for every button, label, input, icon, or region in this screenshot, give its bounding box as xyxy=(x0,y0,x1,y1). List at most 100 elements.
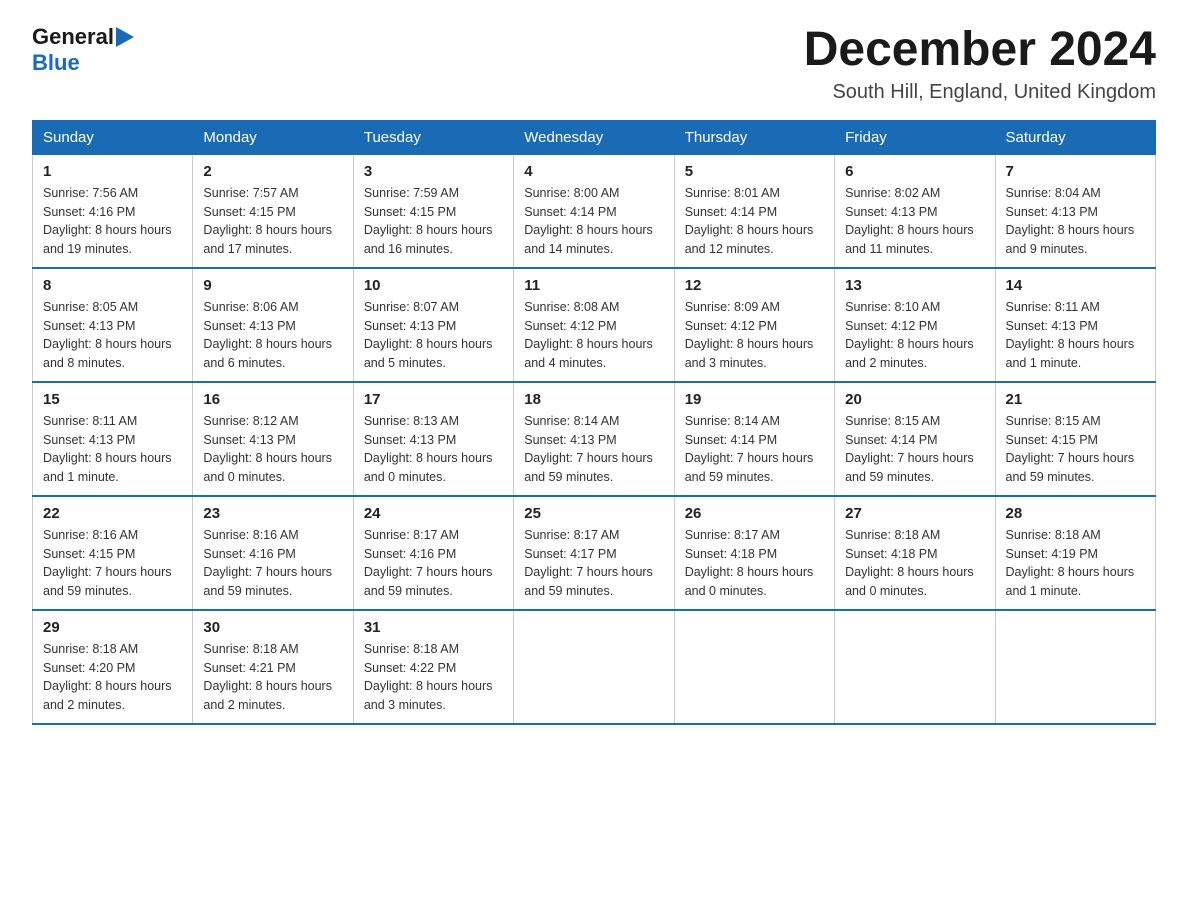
day-number: 23 xyxy=(203,505,342,522)
logo-arrow-icon xyxy=(116,26,134,48)
day-info: Sunrise: 8:00 AMSunset: 4:14 PMDaylight:… xyxy=(524,186,653,256)
day-info: Sunrise: 8:05 AMSunset: 4:13 PMDaylight:… xyxy=(43,300,172,370)
day-info: Sunrise: 8:09 AMSunset: 4:12 PMDaylight:… xyxy=(685,300,814,370)
calendar-cell: 2 Sunrise: 7:57 AMSunset: 4:15 PMDayligh… xyxy=(193,154,353,268)
calendar-cell: 16 Sunrise: 8:12 AMSunset: 4:13 PMDaylig… xyxy=(193,382,353,496)
day-number: 26 xyxy=(685,505,824,522)
calendar-cell: 1 Sunrise: 7:56 AMSunset: 4:16 PMDayligh… xyxy=(33,154,193,268)
day-number: 30 xyxy=(203,619,342,636)
calendar-cell: 26 Sunrise: 8:17 AMSunset: 4:18 PMDaylig… xyxy=(674,496,834,610)
calendar-cell xyxy=(514,610,674,724)
day-info: Sunrise: 8:12 AMSunset: 4:13 PMDaylight:… xyxy=(203,414,332,484)
calendar-cell: 23 Sunrise: 8:16 AMSunset: 4:16 PMDaylig… xyxy=(193,496,353,610)
day-info: Sunrise: 7:56 AMSunset: 4:16 PMDaylight:… xyxy=(43,186,172,256)
calendar-week-row: 8 Sunrise: 8:05 AMSunset: 4:13 PMDayligh… xyxy=(33,268,1156,382)
col-monday: Monday xyxy=(193,120,353,154)
calendar-week-row: 22 Sunrise: 8:16 AMSunset: 4:15 PMDaylig… xyxy=(33,496,1156,610)
day-info: Sunrise: 8:14 AMSunset: 4:14 PMDaylight:… xyxy=(685,414,814,484)
col-wednesday: Wednesday xyxy=(514,120,674,154)
calendar-cell: 19 Sunrise: 8:14 AMSunset: 4:14 PMDaylig… xyxy=(674,382,834,496)
calendar-cell: 24 Sunrise: 8:17 AMSunset: 4:16 PMDaylig… xyxy=(353,496,513,610)
calendar-cell: 18 Sunrise: 8:14 AMSunset: 4:13 PMDaylig… xyxy=(514,382,674,496)
calendar-cell: 12 Sunrise: 8:09 AMSunset: 4:12 PMDaylig… xyxy=(674,268,834,382)
calendar-week-row: 15 Sunrise: 8:11 AMSunset: 4:13 PMDaylig… xyxy=(33,382,1156,496)
day-number: 18 xyxy=(524,391,663,408)
day-info: Sunrise: 7:59 AMSunset: 4:15 PMDaylight:… xyxy=(364,186,493,256)
day-info: Sunrise: 8:17 AMSunset: 4:18 PMDaylight:… xyxy=(685,528,814,598)
day-info: Sunrise: 8:16 AMSunset: 4:16 PMDaylight:… xyxy=(203,528,332,598)
calendar-week-row: 1 Sunrise: 7:56 AMSunset: 4:16 PMDayligh… xyxy=(33,154,1156,268)
calendar-cell: 5 Sunrise: 8:01 AMSunset: 4:14 PMDayligh… xyxy=(674,154,834,268)
day-info: Sunrise: 8:04 AMSunset: 4:13 PMDaylight:… xyxy=(1006,186,1135,256)
logo: General Blue xyxy=(32,24,134,76)
calendar-cell: 20 Sunrise: 8:15 AMSunset: 4:14 PMDaylig… xyxy=(835,382,995,496)
day-info: Sunrise: 8:18 AMSunset: 4:21 PMDaylight:… xyxy=(203,642,332,712)
day-number: 24 xyxy=(364,505,503,522)
col-friday: Friday xyxy=(835,120,995,154)
calendar-cell: 4 Sunrise: 8:00 AMSunset: 4:14 PMDayligh… xyxy=(514,154,674,268)
day-number: 11 xyxy=(524,277,663,294)
day-number: 2 xyxy=(203,163,342,180)
calendar-cell: 17 Sunrise: 8:13 AMSunset: 4:13 PMDaylig… xyxy=(353,382,513,496)
calendar-cell: 28 Sunrise: 8:18 AMSunset: 4:19 PMDaylig… xyxy=(995,496,1155,610)
day-info: Sunrise: 8:14 AMSunset: 4:13 PMDaylight:… xyxy=(524,414,653,484)
day-info: Sunrise: 8:07 AMSunset: 4:13 PMDaylight:… xyxy=(364,300,493,370)
calendar-cell: 29 Sunrise: 8:18 AMSunset: 4:20 PMDaylig… xyxy=(33,610,193,724)
calendar-cell: 15 Sunrise: 8:11 AMSunset: 4:13 PMDaylig… xyxy=(33,382,193,496)
day-info: Sunrise: 8:11 AMSunset: 4:13 PMDaylight:… xyxy=(43,414,172,484)
day-info: Sunrise: 8:18 AMSunset: 4:20 PMDaylight:… xyxy=(43,642,172,712)
calendar-cell: 6 Sunrise: 8:02 AMSunset: 4:13 PMDayligh… xyxy=(835,154,995,268)
day-number: 29 xyxy=(43,619,182,636)
calendar-cell: 7 Sunrise: 8:04 AMSunset: 4:13 PMDayligh… xyxy=(995,154,1155,268)
day-info: Sunrise: 8:16 AMSunset: 4:15 PMDaylight:… xyxy=(43,528,172,598)
day-number: 6 xyxy=(845,163,984,180)
day-info: Sunrise: 8:15 AMSunset: 4:14 PMDaylight:… xyxy=(845,414,974,484)
month-title: December 2024 xyxy=(804,24,1156,77)
page-header: General Blue December 2024 South Hill, E… xyxy=(32,24,1156,104)
calendar-cell: 22 Sunrise: 8:16 AMSunset: 4:15 PMDaylig… xyxy=(33,496,193,610)
day-number: 16 xyxy=(203,391,342,408)
day-info: Sunrise: 8:18 AMSunset: 4:18 PMDaylight:… xyxy=(845,528,974,598)
day-info: Sunrise: 8:18 AMSunset: 4:22 PMDaylight:… xyxy=(364,642,493,712)
day-info: Sunrise: 8:17 AMSunset: 4:17 PMDaylight:… xyxy=(524,528,653,598)
calendar-cell: 8 Sunrise: 8:05 AMSunset: 4:13 PMDayligh… xyxy=(33,268,193,382)
day-info: Sunrise: 8:08 AMSunset: 4:12 PMDaylight:… xyxy=(524,300,653,370)
calendar-cell: 13 Sunrise: 8:10 AMSunset: 4:12 PMDaylig… xyxy=(835,268,995,382)
day-number: 20 xyxy=(845,391,984,408)
day-number: 7 xyxy=(1006,163,1145,180)
location: South Hill, England, United Kingdom xyxy=(804,81,1156,104)
day-number: 17 xyxy=(364,391,503,408)
day-number: 19 xyxy=(685,391,824,408)
day-number: 14 xyxy=(1006,277,1145,294)
day-number: 1 xyxy=(43,163,182,180)
day-number: 9 xyxy=(203,277,342,294)
day-info: Sunrise: 8:11 AMSunset: 4:13 PMDaylight:… xyxy=(1006,300,1135,370)
day-number: 12 xyxy=(685,277,824,294)
day-number: 25 xyxy=(524,505,663,522)
calendar-cell xyxy=(835,610,995,724)
day-info: Sunrise: 8:17 AMSunset: 4:16 PMDaylight:… xyxy=(364,528,493,598)
calendar-cell: 25 Sunrise: 8:17 AMSunset: 4:17 PMDaylig… xyxy=(514,496,674,610)
day-info: Sunrise: 8:06 AMSunset: 4:13 PMDaylight:… xyxy=(203,300,332,370)
day-number: 22 xyxy=(43,505,182,522)
calendar-cell xyxy=(674,610,834,724)
day-number: 13 xyxy=(845,277,984,294)
col-tuesday: Tuesday xyxy=(353,120,513,154)
logo-blue: Blue xyxy=(32,50,80,75)
day-number: 4 xyxy=(524,163,663,180)
day-info: Sunrise: 8:18 AMSunset: 4:19 PMDaylight:… xyxy=(1006,528,1135,598)
day-info: Sunrise: 8:01 AMSunset: 4:14 PMDaylight:… xyxy=(685,186,814,256)
day-number: 10 xyxy=(364,277,503,294)
calendar-cell: 21 Sunrise: 8:15 AMSunset: 4:15 PMDaylig… xyxy=(995,382,1155,496)
calendar-header-row: Sunday Monday Tuesday Wednesday Thursday… xyxy=(33,120,1156,154)
day-info: Sunrise: 7:57 AMSunset: 4:15 PMDaylight:… xyxy=(203,186,332,256)
day-number: 3 xyxy=(364,163,503,180)
calendar-cell: 27 Sunrise: 8:18 AMSunset: 4:18 PMDaylig… xyxy=(835,496,995,610)
day-info: Sunrise: 8:10 AMSunset: 4:12 PMDaylight:… xyxy=(845,300,974,370)
day-info: Sunrise: 8:13 AMSunset: 4:13 PMDaylight:… xyxy=(364,414,493,484)
calendar-cell: 10 Sunrise: 8:07 AMSunset: 4:13 PMDaylig… xyxy=(353,268,513,382)
calendar-cell: 14 Sunrise: 8:11 AMSunset: 4:13 PMDaylig… xyxy=(995,268,1155,382)
calendar-cell: 30 Sunrise: 8:18 AMSunset: 4:21 PMDaylig… xyxy=(193,610,353,724)
logo-general: General xyxy=(32,24,114,50)
title-section: December 2024 South Hill, England, Unite… xyxy=(804,24,1156,104)
